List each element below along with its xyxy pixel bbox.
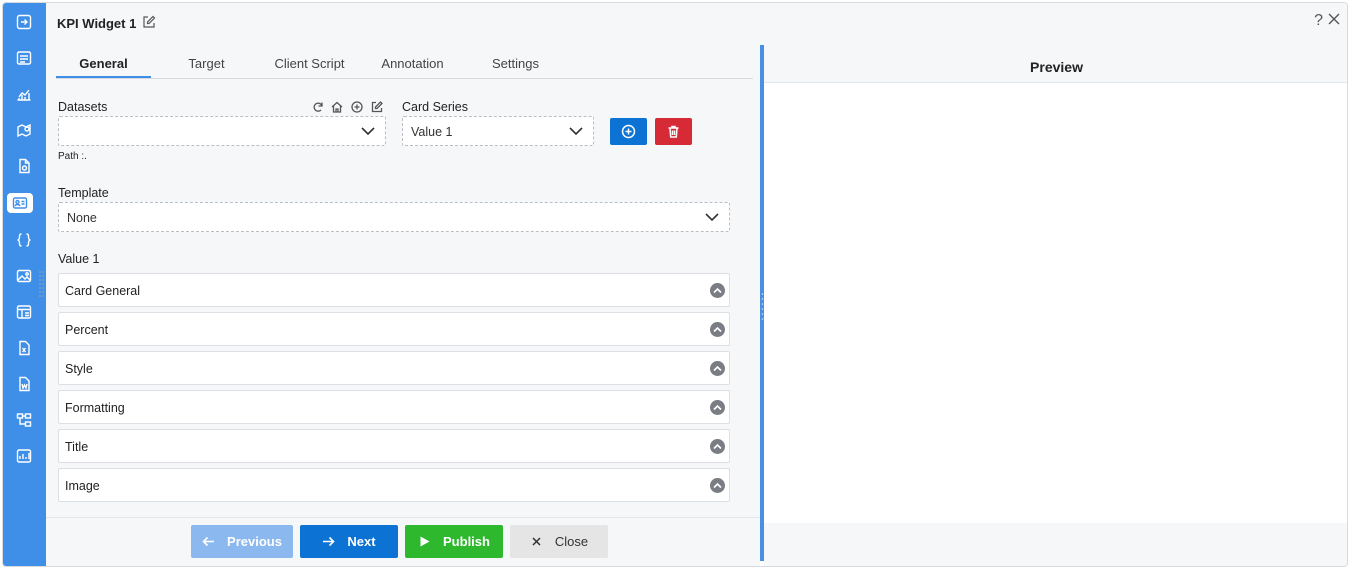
- add-series-button[interactable]: [610, 118, 647, 145]
- refresh-icon[interactable]: [312, 100, 324, 112]
- value-section-label: Value 1: [58, 252, 100, 266]
- accordion-label: Percent: [65, 323, 109, 337]
- close-label: Close: [554, 534, 589, 549]
- dataset-path: Path :.: [58, 151, 87, 162]
- code-braces-icon[interactable]: [9, 229, 39, 251]
- previous-label: Previous: [227, 534, 282, 549]
- accordion-label: Formatting: [65, 401, 125, 415]
- preview-canvas: [764, 83, 1347, 523]
- tab-annotation[interactable]: Annotation: [365, 56, 460, 71]
- template-dropdown[interactable]: None: [58, 202, 730, 232]
- accordion-label: Image: [65, 479, 100, 493]
- chevron-down-icon: [705, 213, 719, 222]
- datasets-label: Datasets: [58, 100, 108, 114]
- arrow-right-icon: [323, 536, 336, 547]
- edit-dataset-icon[interactable]: [371, 100, 383, 113]
- chevron-up-icon[interactable]: [710, 361, 725, 376]
- chevron-up-icon[interactable]: [710, 283, 725, 298]
- chevron-down-icon: [569, 127, 583, 136]
- close-button[interactable]: Close: [510, 525, 608, 558]
- preview-header: Preview: [764, 45, 1347, 83]
- edit-title-icon[interactable]: [142, 15, 156, 29]
- accordion-formatting[interactable]: Formatting: [58, 390, 730, 424]
- arrow-left-icon: [202, 536, 215, 547]
- plus-circle-icon: [621, 124, 636, 139]
- publish-label: Publish: [443, 534, 490, 549]
- trash-icon: [668, 125, 679, 138]
- excel-widget-icon[interactable]: [9, 337, 39, 359]
- layout-widget-icon[interactable]: [9, 301, 39, 323]
- tab-settings[interactable]: Settings: [468, 56, 563, 71]
- close-icon: [532, 537, 541, 546]
- grid-widget-icon[interactable]: [9, 47, 39, 69]
- chevron-down-icon: [361, 127, 375, 136]
- chevron-up-icon[interactable]: [710, 478, 725, 493]
- close-dialog-icon[interactable]: [1327, 12, 1341, 26]
- resize-grip-icon[interactable]: [39, 270, 44, 300]
- settings-panel: General Target Client Script Annotation …: [46, 45, 760, 517]
- template-label: Template: [58, 186, 109, 200]
- card-series-dropdown[interactable]: Value 1: [402, 116, 594, 146]
- dialog-footer: Previous Next Publish Close: [46, 517, 760, 566]
- accordion-label: Title: [65, 440, 89, 454]
- kpi-widget-dialog: KPI Widget 1 ? General Target Client Scr…: [2, 2, 1348, 567]
- tab-general[interactable]: General: [56, 56, 151, 71]
- card-series-label: Card Series: [402, 100, 468, 114]
- publish-button[interactable]: Publish: [405, 525, 503, 558]
- accordion-title[interactable]: Title: [58, 429, 730, 463]
- home-icon[interactable]: [331, 100, 343, 113]
- preview-footer: [764, 523, 1347, 566]
- kpi-card-widget-icon[interactable]: [7, 193, 33, 213]
- active-tab-indicator: [56, 76, 151, 78]
- accordion-label: Card General: [65, 284, 141, 298]
- accordion-percent[interactable]: Percent: [58, 312, 730, 346]
- map-widget-icon[interactable]: [9, 119, 39, 141]
- chart-widget-icon[interactable]: [9, 83, 39, 105]
- next-button[interactable]: Next: [300, 525, 398, 558]
- preview-title: Preview: [1030, 59, 1083, 75]
- tab-client-script[interactable]: Client Script: [262, 56, 357, 71]
- accordion-style[interactable]: Style: [58, 351, 730, 385]
- image-widget-icon[interactable]: [9, 265, 39, 287]
- help-icon[interactable]: ?: [1314, 12, 1323, 30]
- delete-series-button[interactable]: [655, 118, 692, 145]
- analytics-widget-icon[interactable]: [9, 445, 39, 467]
- accordion-card-general[interactable]: Card General: [58, 273, 730, 307]
- datasets-dropdown[interactable]: [58, 116, 386, 146]
- previous-button[interactable]: Previous: [191, 525, 293, 558]
- collapse-panel-icon[interactable]: [9, 11, 39, 33]
- add-dataset-icon[interactable]: [351, 100, 363, 113]
- word-widget-icon[interactable]: [9, 373, 39, 395]
- chevron-up-icon[interactable]: [710, 322, 725, 337]
- chevron-up-icon[interactable]: [710, 439, 725, 454]
- dialog-header: KPI Widget 1 ?: [46, 3, 1347, 45]
- widget-title: KPI Widget 1: [57, 16, 137, 31]
- chevron-up-icon[interactable]: [710, 400, 725, 415]
- settings-tabs: General Target Client Script Annotation …: [56, 45, 753, 79]
- next-label: Next: [347, 534, 376, 549]
- play-icon: [420, 536, 430, 547]
- accordion-image[interactable]: Image: [58, 468, 730, 502]
- card-series-value: Value 1: [411, 125, 453, 139]
- tree-widget-icon[interactable]: [9, 409, 39, 431]
- tab-target[interactable]: Target: [159, 56, 254, 71]
- pdf-widget-icon[interactable]: [9, 155, 39, 177]
- template-value: None: [67, 211, 97, 225]
- accordion-label: Style: [65, 362, 93, 376]
